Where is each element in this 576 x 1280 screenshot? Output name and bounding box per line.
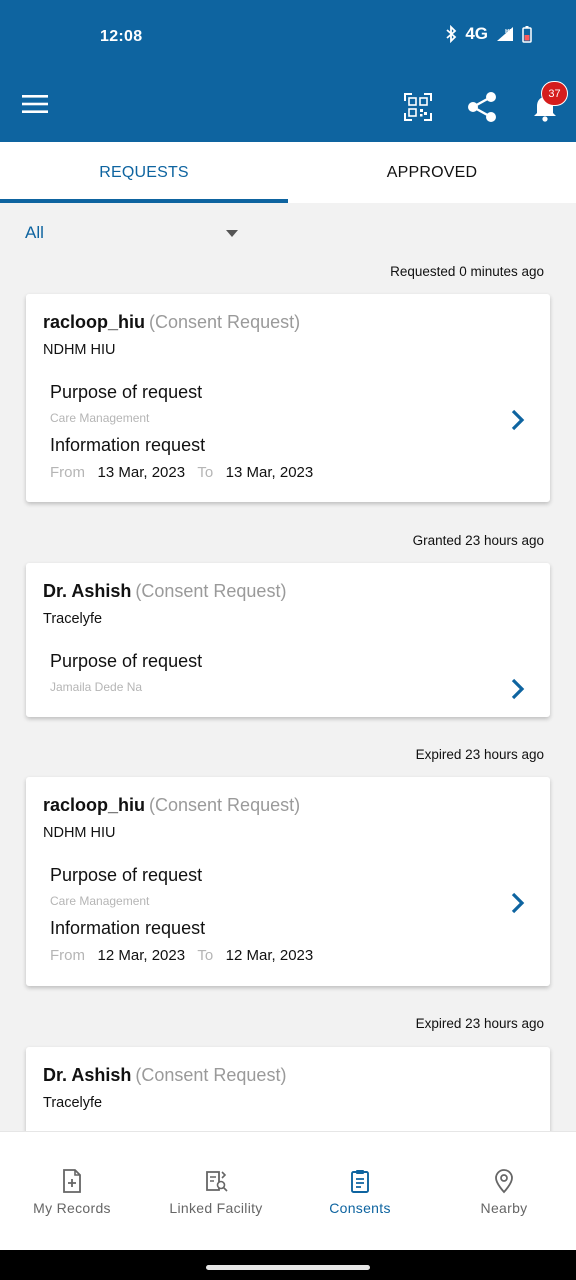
request-type: (Consent Request): [149, 312, 301, 332]
location-pin-icon: [495, 1169, 513, 1194]
records-icon: [63, 1169, 81, 1193]
to-label: To: [197, 947, 214, 964]
battery-icon: [522, 25, 532, 43]
tab-bar: REQUESTS APPROVED: [0, 142, 576, 203]
home-indicator[interactable]: [206, 1265, 370, 1270]
request-timestamp: Granted 23 hours ago: [412, 533, 544, 548]
requester-org: NDHM HIU: [43, 825, 116, 841]
nav-nearby[interactable]: Nearby: [432, 1132, 576, 1250]
notification-badge: 37: [541, 81, 568, 106]
nav-my-records[interactable]: My Records: [0, 1132, 144, 1250]
requester-name: Dr. Ashish: [43, 581, 132, 601]
chevron-right-icon[interactable]: [510, 408, 526, 432]
request-timestamp: Requested 0 minutes ago: [390, 264, 544, 279]
requester-org: Tracelyfe: [43, 1095, 103, 1111]
nav-consents[interactable]: Consents: [288, 1132, 432, 1250]
nav-label: My Records: [33, 1200, 111, 1216]
to-date: 13 Mar, 2023: [225, 464, 314, 481]
dropdown-caret-icon: [226, 229, 238, 237]
from-label: From: [50, 947, 85, 964]
bluetooth-icon: [446, 25, 457, 43]
nav-label: Linked Facility: [169, 1200, 263, 1216]
purpose-label: Purpose of request: [50, 865, 203, 885]
nav-label: Consents: [329, 1200, 391, 1216]
status-time: 12:08: [100, 28, 143, 45]
requester-title: racloop_hiu (Consent Request): [43, 312, 300, 333]
consent-request-card[interactable]: Dr. Ashish (Consent Request) Tracelyfe Pu…: [26, 563, 550, 717]
bottom-navigation: My Records Linked Facility Consents Near…: [0, 1131, 576, 1250]
qr-code-icon[interactable]: [404, 93, 432, 121]
network-label: 4G: [465, 24, 488, 43]
requester-title: Dr. Ashish (Consent Request): [43, 581, 286, 602]
from-date: 12 Mar, 2023: [97, 947, 186, 964]
consents-icon: [351, 1170, 369, 1193]
consent-request-card[interactable]: racloop_hiu (Consent Request) NDHM HIU Pu…: [26, 294, 550, 502]
purpose-value: Care Management: [50, 411, 150, 425]
requester-org: Tracelyfe: [43, 611, 103, 627]
status-icons: 4G HD: [445, 24, 532, 44]
purpose-label: Purpose of request: [50, 651, 203, 671]
request-type: (Consent Request): [135, 1065, 287, 1085]
information-label: Information request: [50, 918, 206, 938]
signal-icon: HD: [497, 27, 513, 41]
menu-icon[interactable]: [22, 94, 48, 114]
nav-label: Nearby: [480, 1200, 528, 1216]
filter-value: All: [25, 223, 44, 242]
to-label: To: [197, 464, 214, 481]
tab-approved[interactable]: APPROVED: [288, 142, 576, 203]
requester-name: racloop_hiu: [43, 312, 146, 332]
request-type: (Consent Request): [149, 795, 301, 815]
nav-linked-facility[interactable]: Linked Facility: [144, 1132, 288, 1250]
request-type: (Consent Request): [135, 581, 287, 601]
requester-title: Dr. Ashish (Consent Request): [43, 1065, 286, 1086]
network-hd-label: HD: [505, 29, 513, 35]
share-icon[interactable]: [467, 91, 497, 123]
purpose-label: Purpose of request: [50, 382, 203, 402]
requester-title: racloop_hiu (Consent Request): [43, 795, 300, 816]
top-bar: 12:08 4G HD 37: [0, 0, 576, 142]
requester-org: NDHM HIU: [43, 342, 116, 358]
tab-requests[interactable]: REQUESTS: [0, 142, 288, 203]
filter-dropdown[interactable]: All: [25, 222, 245, 244]
consent-request-card[interactable]: racloop_hiu (Consent Request) NDHM HIU Pu…: [26, 777, 550, 986]
date-range: From 12 Mar, 2023 To 12 Mar, 2023: [50, 947, 313, 964]
request-timestamp: Expired 23 hours ago: [415, 747, 544, 762]
chevron-right-icon[interactable]: [510, 891, 526, 915]
date-range: From 13 Mar, 2023 To 13 Mar, 2023: [50, 464, 313, 481]
to-date: 12 Mar, 2023: [225, 947, 314, 964]
from-date: 13 Mar, 2023: [97, 464, 186, 481]
linked-facility-icon: [206, 1171, 228, 1192]
purpose-value: Care Management: [50, 894, 150, 908]
information-label: Information request: [50, 435, 206, 455]
from-label: From: [50, 464, 85, 481]
chevron-right-icon[interactable]: [510, 677, 526, 701]
request-timestamp: Expired 23 hours ago: [415, 1016, 544, 1031]
gesture-bar: [0, 1250, 576, 1280]
requester-name: Dr. Ashish: [43, 1065, 132, 1085]
purpose-value: Jamaila Dede Na: [50, 680, 143, 694]
requester-name: racloop_hiu: [43, 795, 146, 815]
